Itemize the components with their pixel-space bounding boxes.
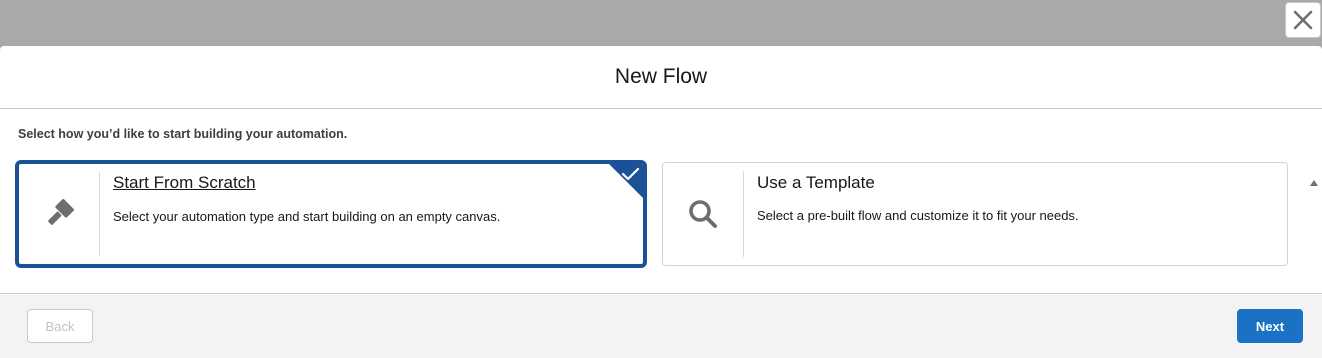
modal-header: New Flow (0, 46, 1322, 109)
option-divider (99, 172, 100, 256)
option-description: Select a pre-built flow and customize it… (757, 208, 1079, 223)
back-button[interactable]: Back (27, 309, 93, 343)
option-title: Use a Template (757, 173, 875, 192)
close-button[interactable] (1285, 2, 1321, 38)
option-icon-container (19, 164, 99, 264)
triangle-up-icon (1310, 180, 1318, 186)
instructions-text: Select how you’d like to start building … (18, 127, 348, 141)
option-title: Start From Scratch (113, 173, 256, 192)
selected-check-icon (609, 164, 643, 198)
hammer-icon (48, 199, 74, 225)
option-description: Select your automation type and start bu… (113, 209, 501, 224)
modal-body: Select how you’d like to start building … (0, 110, 1322, 353)
search-icon (689, 200, 717, 228)
new-flow-modal: New Flow Select how you’d like to start … (0, 46, 1322, 358)
option-divider (743, 171, 744, 257)
scroll-up-arrow[interactable] (1308, 178, 1320, 188)
option-icon-container (663, 163, 743, 265)
option-start-from-scratch[interactable]: Start From Scratch Select your automatio… (17, 162, 645, 266)
option-use-a-template[interactable]: Use a Template Select a pre-built flow a… (662, 162, 1288, 266)
modal-title: New Flow (614, 65, 708, 88)
close-icon (1293, 10, 1313, 30)
modal-footer: Back Next (0, 295, 1322, 358)
next-button[interactable]: Next (1237, 309, 1303, 343)
